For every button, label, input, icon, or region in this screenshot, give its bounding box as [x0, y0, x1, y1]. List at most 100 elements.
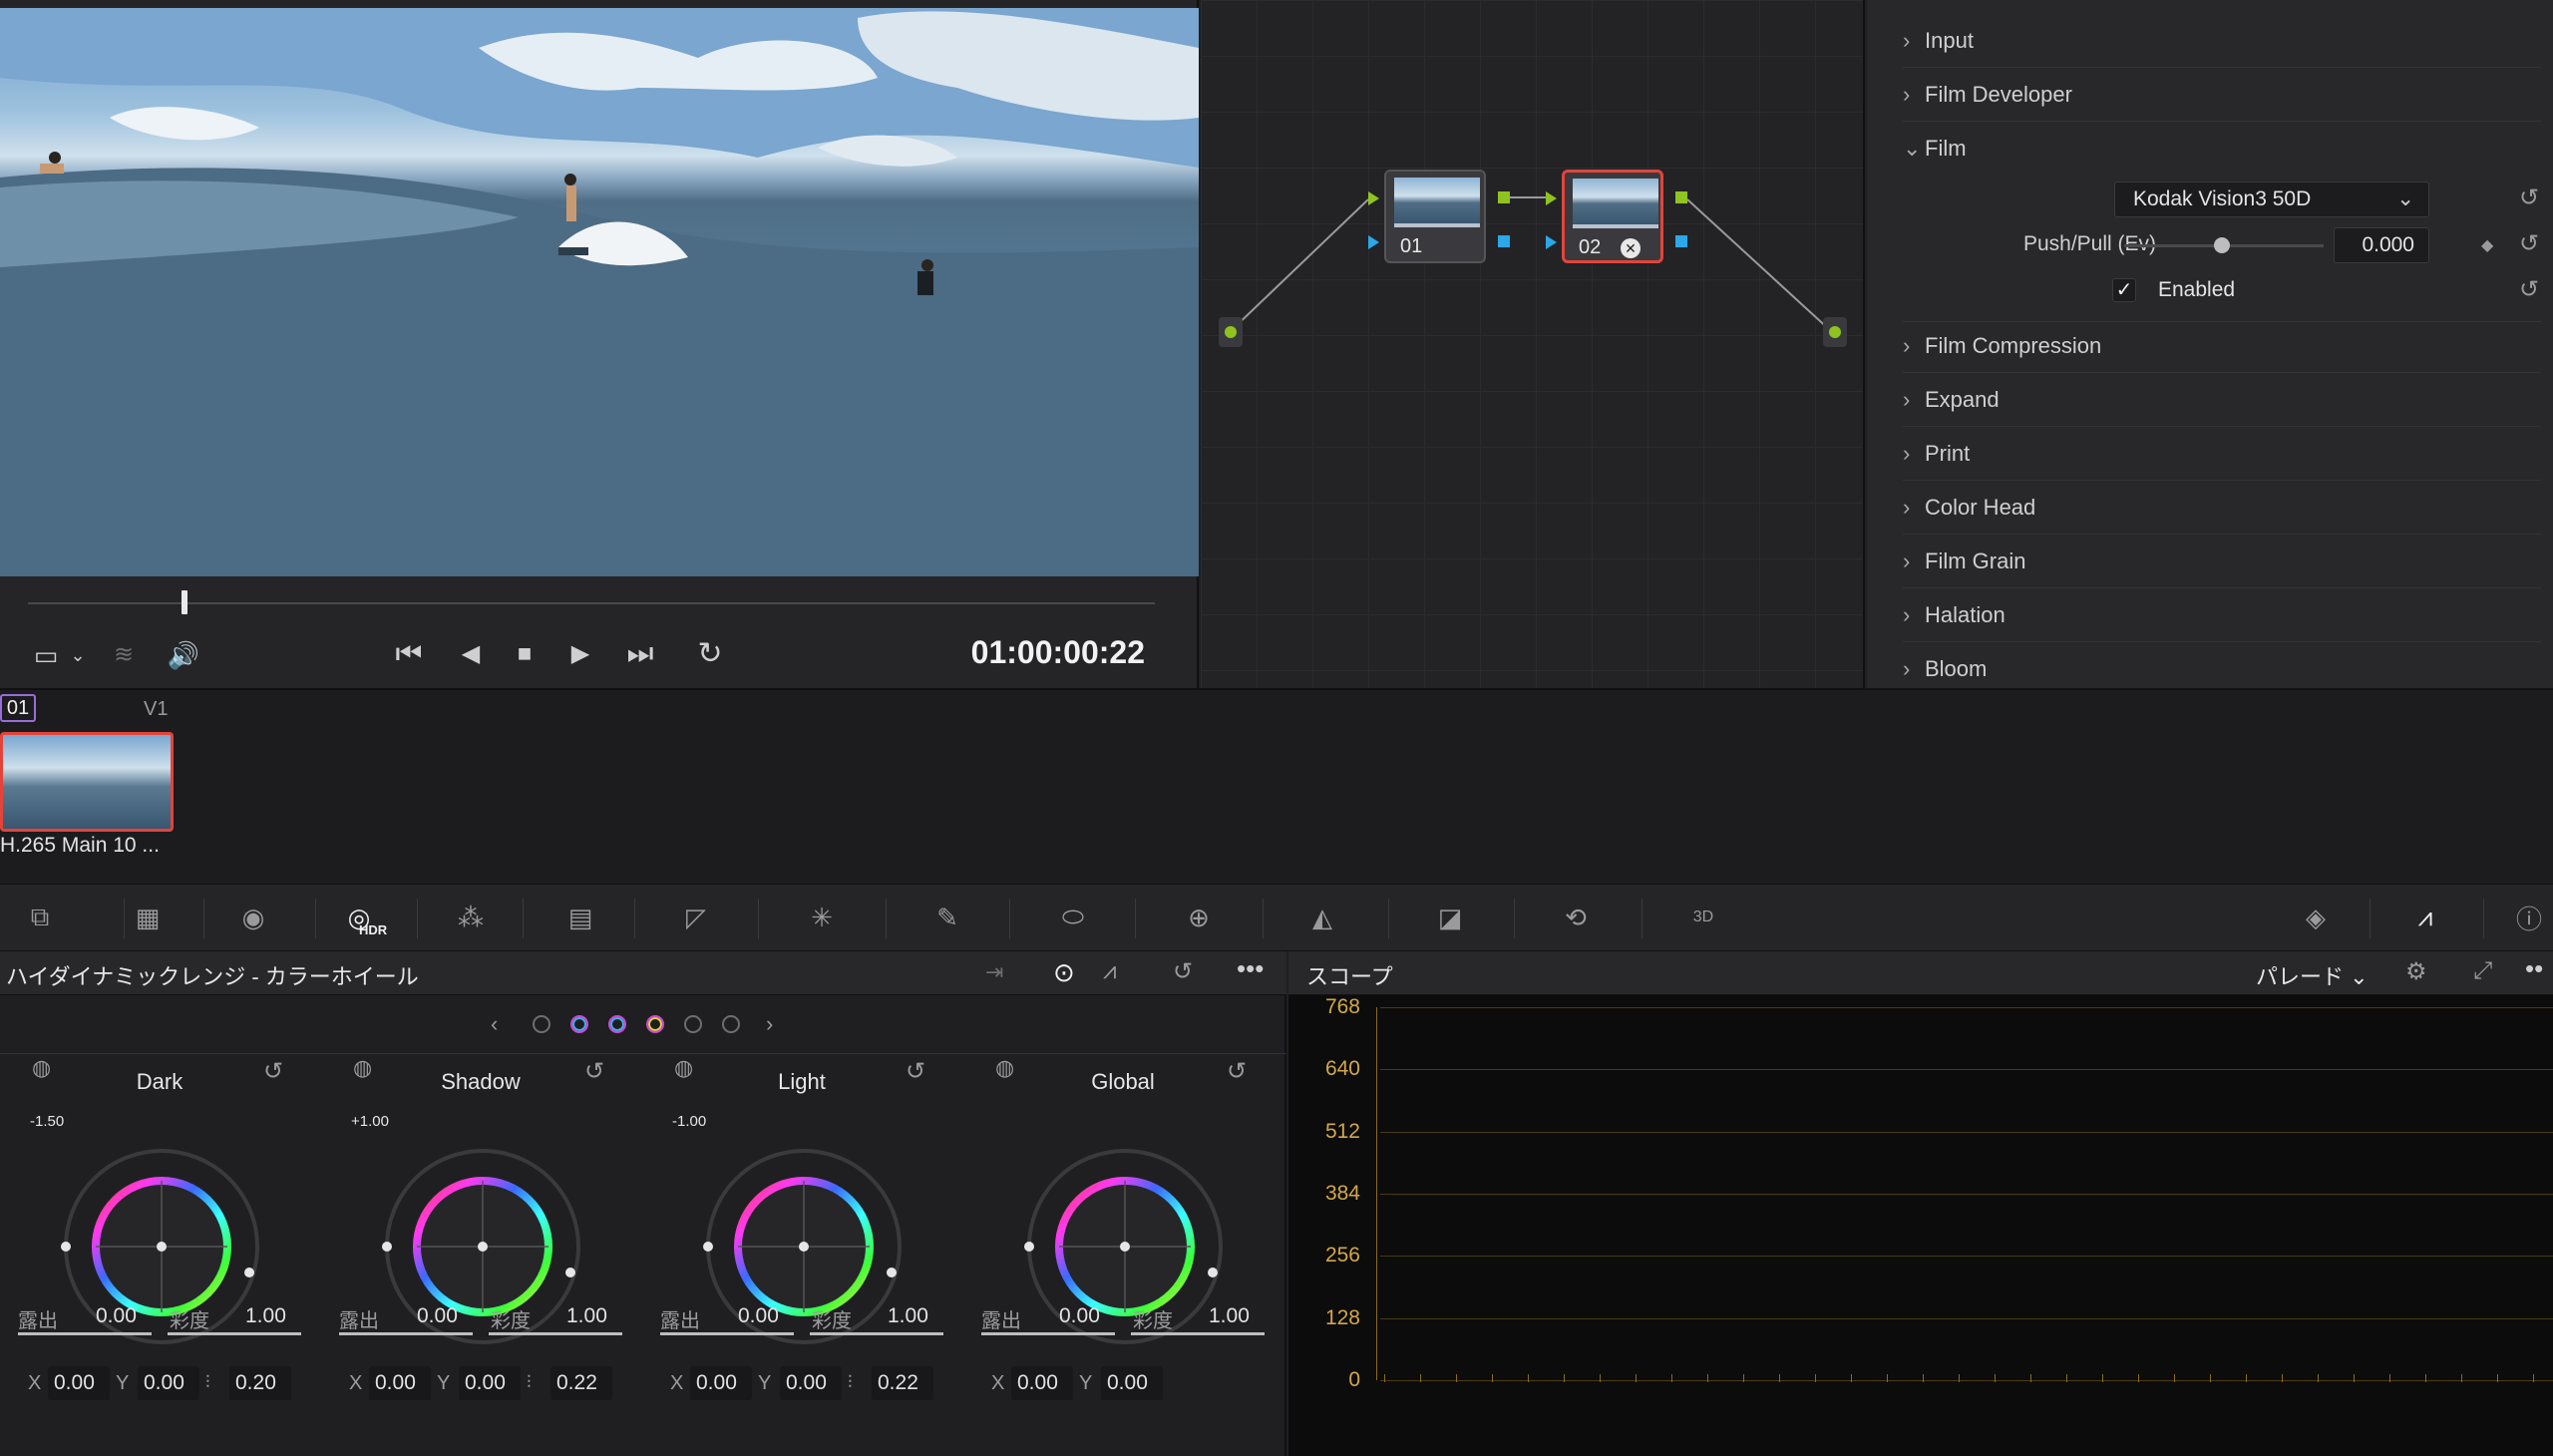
- exposure-value[interactable]: 0.00: [1059, 1304, 1100, 1328]
- push-pull-field[interactable]: 0.000: [2334, 227, 2429, 263]
- rgb-output-port[interactable]: [1498, 191, 1510, 203]
- reset-all-icon[interactable]: ↺: [1173, 957, 1193, 986]
- exposure-slider[interactable]: [339, 1332, 473, 1335]
- section-input[interactable]: › Input: [1903, 16, 2541, 68]
- info-icon[interactable]: ⓘ: [2505, 895, 2553, 940]
- profile-dropdown[interactable]: Kodak Vision3 50D ⌄: [2114, 182, 2429, 217]
- x-field[interactable]: 0.00: [48, 1366, 110, 1400]
- stop-icon[interactable]: ■: [505, 634, 545, 674]
- jump-to-start-icon[interactable]: ⏮: [389, 634, 429, 674]
- qualifier-icon[interactable]: ✎: [923, 895, 971, 940]
- exposure-slider[interactable]: [660, 1332, 794, 1335]
- rgb-input-port[interactable]: [1368, 191, 1379, 205]
- reset-icon[interactable]: ↺: [2519, 183, 2539, 212]
- wheel-graphic[interactable]: [692, 1137, 912, 1356]
- more-options-icon[interactable]: ••: [2525, 953, 2543, 984]
- chevron-down-icon[interactable]: ⌄: [66, 635, 90, 675]
- keyframes-icon[interactable]: ◈: [2292, 895, 2340, 940]
- tracker-icon[interactable]: ⊕: [1175, 895, 1223, 940]
- scope-settings-icon[interactable]: ⚙: [2405, 957, 2427, 986]
- y-field[interactable]: 0.00: [138, 1366, 199, 1400]
- saturation-slider[interactable]: [810, 1332, 943, 1335]
- exposure-value[interactable]: 0.00: [96, 1304, 137, 1328]
- color-warper-icon[interactable]: ✳: [798, 895, 846, 940]
- exposure-slider[interactable]: [981, 1332, 1115, 1335]
- layers-icon[interactable]: ≋: [104, 635, 144, 675]
- zone-dot-active[interactable]: [608, 1015, 626, 1033]
- play-reverse-icon[interactable]: ◀: [451, 634, 491, 674]
- clip-thumbnail[interactable]: [0, 732, 174, 832]
- scopes-icon[interactable]: ⩘: [2401, 895, 2449, 940]
- blur-icon[interactable]: ◭: [1298, 895, 1346, 940]
- loop-icon[interactable]: ↻: [690, 634, 730, 674]
- zone-dot-active[interactable]: [570, 1015, 588, 1033]
- viewer-layout-icon[interactable]: ▭: [26, 635, 66, 675]
- enabled-checkbox[interactable]: ✓: [2112, 278, 2136, 302]
- reset-icon[interactable]: ↺: [1227, 1057, 1247, 1086]
- scope-mode-dropdown[interactable]: パレード ⌄: [2256, 959, 2369, 991]
- next-zone-icon[interactable]: ›: [766, 1011, 773, 1037]
- falloff-field[interactable]: 0.22: [872, 1366, 933, 1400]
- section-bloom[interactable]: › Bloom: [1903, 644, 2541, 688]
- motion-effects-icon[interactable]: ▤: [556, 895, 604, 940]
- exposure-value[interactable]: 0.00: [738, 1304, 779, 1328]
- rgb-output-port[interactable]: [1675, 191, 1687, 203]
- node-01[interactable]: 01: [1384, 170, 1486, 263]
- reset-icon[interactable]: ↺: [263, 1057, 283, 1086]
- keyframe-icon[interactable]: ◆: [2481, 235, 2493, 255]
- rgb-mixer-icon[interactable]: ⁂: [447, 895, 495, 940]
- camera-raw-icon[interactable]: ⧉: [16, 895, 64, 940]
- key-input-port[interactable]: [1546, 235, 1557, 249]
- section-film[interactable]: ⌄ Film: [1903, 124, 2541, 176]
- play-icon[interactable]: ▶: [560, 634, 600, 674]
- reset-icon[interactable]: ↺: [2519, 275, 2539, 304]
- key-output-port[interactable]: [1675, 235, 1687, 247]
- y-field[interactable]: 0.00: [1101, 1366, 1163, 1400]
- saturation-value[interactable]: 1.00: [245, 1304, 286, 1328]
- node-editor[interactable]: 01 02 ✕: [1201, 0, 1865, 688]
- y-field[interactable]: 0.00: [459, 1366, 521, 1400]
- x-field[interactable]: 0.00: [369, 1366, 431, 1400]
- section-halation[interactable]: › Halation: [1903, 590, 2541, 642]
- section-color-head[interactable]: › Color Head: [1903, 483, 2541, 535]
- section-expand[interactable]: › Expand: [1903, 375, 2541, 427]
- primaries-icon[interactable]: ◉: [229, 895, 277, 940]
- window-icon[interactable]: ⬭: [1049, 895, 1097, 940]
- zone-dot[interactable]: [533, 1015, 550, 1033]
- reset-icon[interactable]: ↺: [2519, 229, 2539, 258]
- saturation-value[interactable]: 1.00: [566, 1304, 607, 1328]
- viewer-image[interactable]: [0, 8, 1199, 576]
- zone-dot[interactable]: [684, 1015, 702, 1033]
- prev-zone-icon[interactable]: ‹: [491, 1011, 498, 1037]
- section-film-developer[interactable]: › Film Developer: [1903, 70, 2541, 122]
- curves-icon[interactable]: ◸: [672, 895, 720, 940]
- section-film-grain[interactable]: › Film Grain: [1903, 537, 2541, 588]
- zone-dot-active[interactable]: [646, 1015, 664, 1033]
- falloff-field[interactable]: 0.22: [550, 1366, 612, 1400]
- output-node[interactable]: [1823, 317, 1847, 347]
- color-match-icon[interactable]: ▦: [124, 895, 172, 940]
- wheel-graphic[interactable]: [1013, 1137, 1233, 1356]
- y-field[interactable]: 0.00: [780, 1366, 842, 1400]
- key-input-port[interactable]: [1368, 235, 1379, 249]
- zone-dot[interactable]: [722, 1015, 740, 1033]
- key-icon[interactable]: ◪: [1426, 895, 1474, 940]
- jump-to-end-icon[interactable]: ⏭: [620, 634, 660, 674]
- key-output-port[interactable]: [1498, 235, 1510, 247]
- reset-icon[interactable]: ↺: [584, 1057, 604, 1086]
- saturation-slider[interactable]: [168, 1332, 301, 1335]
- rgb-input-port[interactable]: [1546, 191, 1557, 205]
- x-field[interactable]: 0.00: [1011, 1366, 1073, 1400]
- reset-icon[interactable]: ↺: [906, 1057, 925, 1086]
- push-pull-slider-thumb[interactable]: [2214, 237, 2230, 253]
- saturation-slider[interactable]: [1131, 1332, 1265, 1335]
- wheel-graphic[interactable]: [371, 1137, 590, 1356]
- playhead[interactable]: [182, 590, 187, 614]
- wheels-view-icon[interactable]: ⊙: [1053, 957, 1075, 988]
- node-02[interactable]: 02 ✕: [1562, 170, 1663, 263]
- more-options-icon[interactable]: •••: [1237, 953, 1264, 984]
- saturation-value[interactable]: 1.00: [1209, 1304, 1250, 1328]
- wheel-graphic[interactable]: [50, 1137, 269, 1356]
- section-print[interactable]: › Print: [1903, 429, 2541, 481]
- exposure-slider[interactable]: [18, 1332, 152, 1335]
